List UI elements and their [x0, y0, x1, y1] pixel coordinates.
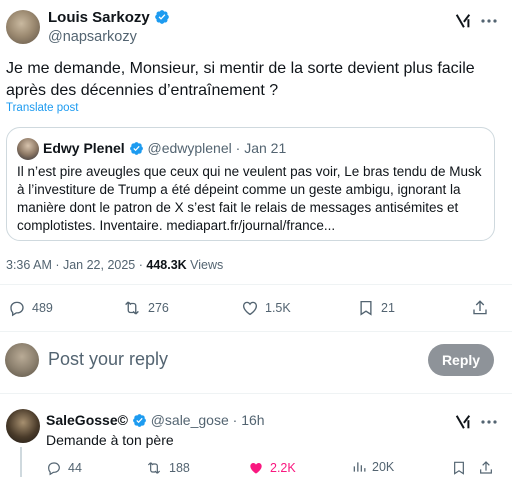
verified-badge-icon [129, 142, 143, 155]
bookmark-action[interactable]: 21 [357, 299, 395, 317]
author-name-row: Louis Sarkozy [48, 9, 170, 27]
reply-author-handle[interactable]: @sale_gose [151, 412, 229, 428]
bookmark-icon [360, 300, 372, 316]
verified-badge-icon [132, 414, 146, 427]
reply-repost-action[interactable]: 188 [145, 460, 190, 476]
translate-post-link[interactable]: Translate post [6, 102, 78, 114]
reply-views-action[interactable]: 20K [352, 460, 394, 474]
repost-count: 276 [148, 301, 169, 315]
post-meta: 3:36 AM · Jan 22, 2025 · 448.3K Views [6, 258, 223, 272]
repost-icon [125, 301, 139, 315]
divider [0, 331, 512, 332]
grok-icon[interactable] [452, 10, 474, 32]
reply-button[interactable]: Reply [428, 344, 494, 376]
share-action[interactable] [471, 299, 489, 317]
share-icon [480, 461, 492, 474]
reply-author-name[interactable]: SaleGosse© [46, 412, 128, 428]
views-label: Views [186, 258, 224, 272]
reply-like-action[interactable]: 2.2K [248, 460, 296, 476]
reply-views-count: 20K [372, 460, 395, 474]
bookmark-icon [454, 461, 464, 475]
like-icon [250, 463, 262, 474]
divider [0, 393, 512, 394]
author-avatar[interactable] [6, 10, 40, 44]
reply-author-avatar[interactable] [6, 409, 40, 443]
reply-reply-count: 44 [68, 461, 82, 475]
like-action[interactable]: 1.5K [241, 299, 291, 317]
verified-badge-icon [155, 10, 169, 24]
quoted-author-avatar [17, 138, 39, 160]
more-icon[interactable] [478, 411, 500, 433]
repost-action[interactable]: 276 [122, 299, 169, 317]
reply-like-count: 2.2K [270, 461, 296, 475]
repost-icon [147, 462, 161, 474]
divider [0, 284, 512, 285]
reply-repost-count: 188 [169, 461, 190, 475]
reply-input[interactable]: Post your reply [48, 349, 168, 370]
current-user-avatar[interactable] [5, 343, 39, 377]
reply-icon [10, 301, 24, 317]
thread-line [20, 447, 22, 477]
grok-icon[interactable] [452, 411, 474, 433]
reply-count: 489 [32, 301, 53, 315]
reply-header: SaleGosse© @sale_gose · 16h [46, 412, 265, 428]
quoted-header: Edwy Plenel @edwyplenel · Jan 21 [43, 140, 286, 156]
quoted-post-card[interactable]: Edwy Plenel @edwyplenel · Jan 21 Il n’es… [6, 127, 495, 241]
post-timestamp[interactable]: 3:36 AM · Jan 22, 2025 [6, 258, 135, 272]
reply-button-label: Reply [441, 352, 481, 368]
post-text: Je me demande, Monsieur, si mentir de la… [6, 60, 475, 99]
quoted-date: · Jan 21 [235, 140, 287, 156]
views-icon [353, 462, 366, 472]
meta-separator: · [135, 258, 147, 272]
author-handle[interactable]: @napsarkozy [48, 29, 137, 45]
bookmark-count: 21 [381, 301, 395, 315]
reply-text: Demande à ton père [46, 432, 174, 448]
like-icon [242, 301, 258, 316]
reply-icon [48, 462, 60, 476]
views-count: 448.3K [146, 258, 187, 272]
reply-reply-action[interactable]: 44 [46, 460, 82, 476]
author-name[interactable]: Louis Sarkozy [48, 9, 150, 26]
quoted-author-name: Edwy Plenel [43, 140, 125, 156]
more-icon[interactable] [478, 10, 500, 32]
reply-date[interactable]: · 16h [233, 412, 265, 428]
like-count: 1.5K [265, 301, 291, 315]
quoted-author-handle: @edwyplenel [147, 140, 232, 156]
reply-bookmark-action[interactable] [451, 460, 467, 476]
quoted-post-text: Il n’est pire aveugles que ceux qui ne v… [17, 164, 482, 233]
share-icon [473, 300, 487, 315]
reply-action[interactable]: 489 [8, 299, 53, 317]
reply-share-action[interactable] [478, 460, 494, 476]
